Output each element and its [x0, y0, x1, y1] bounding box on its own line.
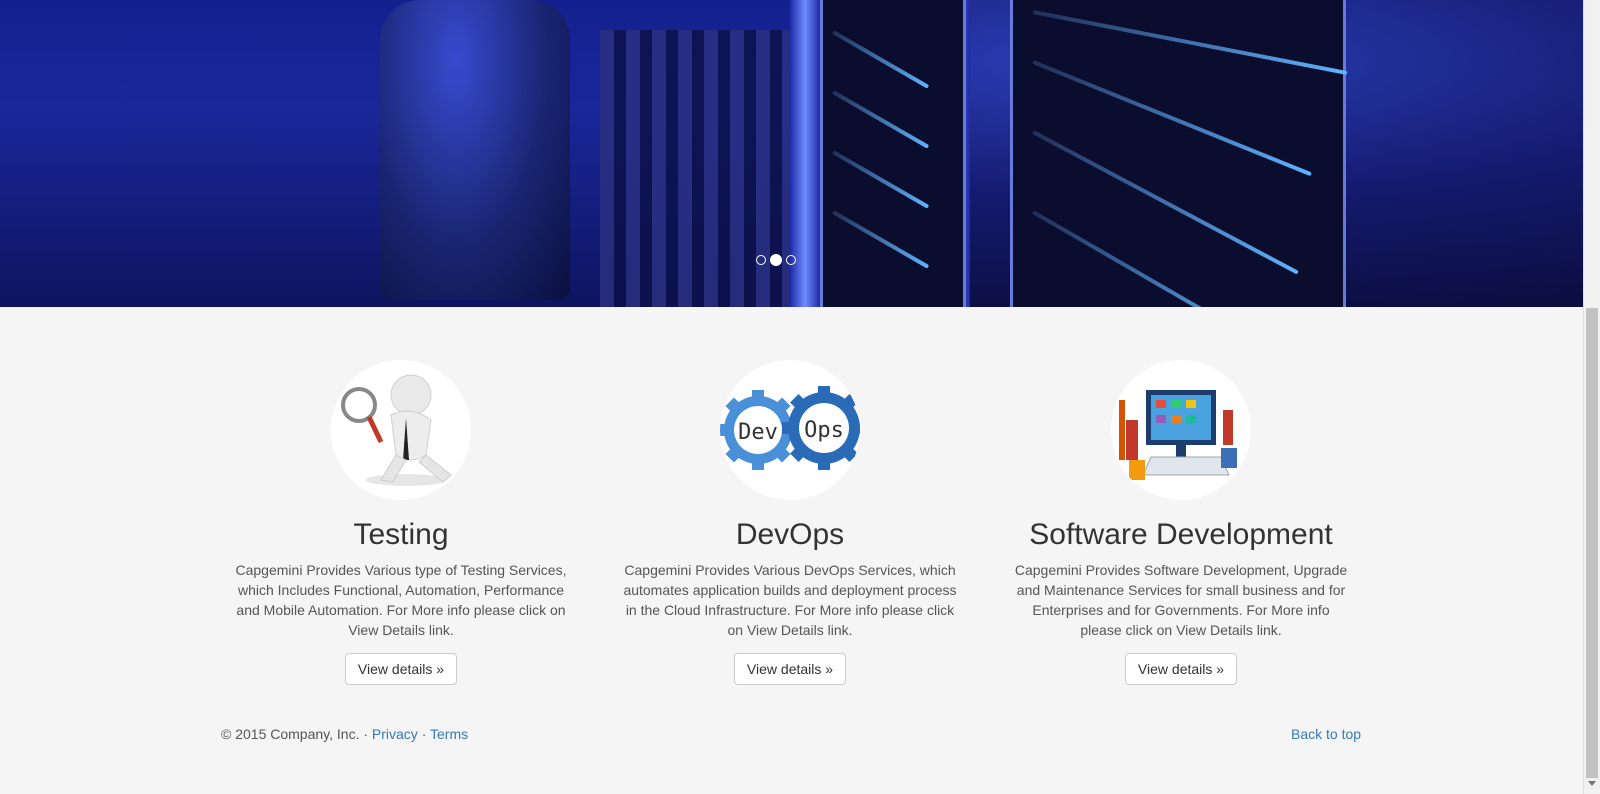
carousel-indicator-3[interactable]: [786, 255, 796, 265]
feature-devops: Dev Ops DevOps Capgemini Provides Variou…: [620, 360, 960, 685]
svg-text:Ops: Ops: [804, 418, 844, 443]
carousel: [0, 0, 1583, 307]
feature-software-development: Software Development Capgemini Provides …: [1011, 360, 1351, 685]
scroll-down-arrow-icon[interactable]: [1588, 781, 1596, 786]
footer-copyright: © 2015 Company, Inc. · Privacy · Terms: [221, 726, 468, 742]
view-details-button[interactable]: View details »: [733, 653, 847, 685]
carousel-image-person: [380, 0, 570, 300]
carousel-image-rack: [820, 0, 966, 307]
software-development-image: [1111, 360, 1251, 500]
testing-image: [331, 360, 471, 500]
feature-description: Capgemini Provides Various type of Testi…: [235, 562, 567, 638]
carousel-indicator-1[interactable]: [756, 255, 766, 265]
vertical-scrollbar[interactable]: [1583, 0, 1600, 794]
terms-link[interactable]: Terms: [430, 726, 468, 742]
carousel-indicator-2[interactable]: [770, 254, 782, 266]
devops-image: Dev Ops: [720, 360, 860, 500]
privacy-link[interactable]: Privacy: [372, 726, 418, 742]
magnifier-figure-icon: [331, 360, 471, 500]
view-details-button[interactable]: View details »: [1124, 653, 1238, 685]
carousel-indicators: [756, 254, 796, 266]
feature-title: Software Development: [1029, 518, 1333, 551]
view-details-button[interactable]: View details »: [344, 653, 458, 685]
copyright-text: © 2015 Company, Inc. ·: [221, 726, 372, 742]
feature-title: DevOps: [735, 518, 845, 551]
carousel-image-rack: [1010, 0, 1348, 307]
back-to-top-link[interactable]: Back to top: [1291, 726, 1361, 742]
feature-testing: Testing Capgemini Provides Various type …: [231, 360, 571, 685]
footer-back-to-top: Back to top: [1291, 726, 1361, 742]
gears-icon: Dev Ops: [720, 360, 860, 500]
feature-description: Capgemini Provides Various DevOps Servic…: [623, 562, 957, 638]
svg-text:Dev: Dev: [738, 420, 778, 445]
feature-description: Capgemini Provides Software Development,…: [1014, 562, 1348, 638]
feature-title: Testing: [353, 518, 449, 551]
developers-screen-icon: [1111, 360, 1251, 500]
page: Testing Capgemini Provides Various type …: [0, 0, 1583, 794]
footer-separator: ·: [417, 726, 431, 742]
scrollbar-thumb[interactable]: [1586, 308, 1598, 778]
